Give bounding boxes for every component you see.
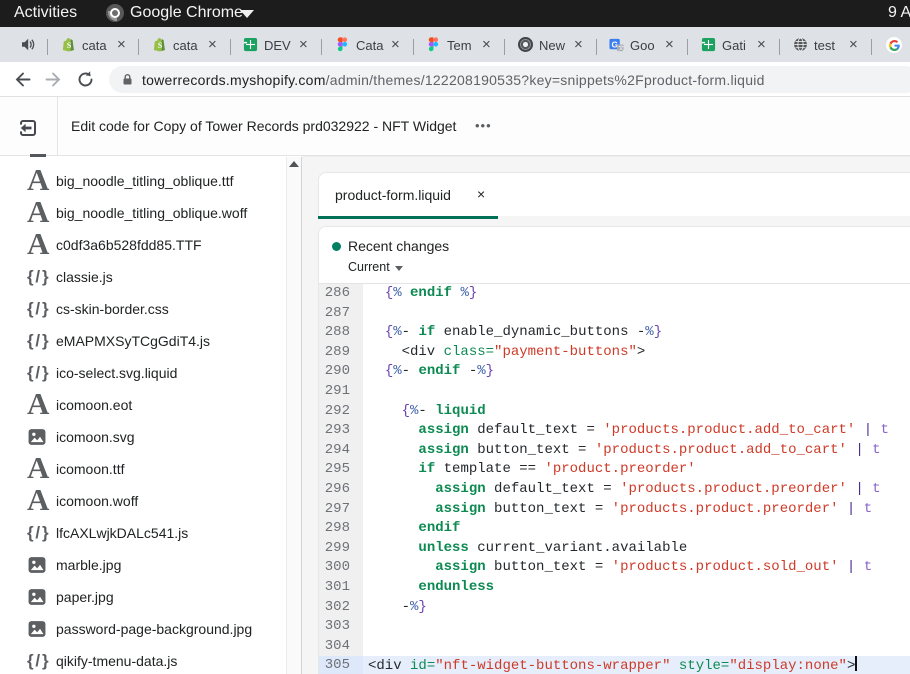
svg-text:S: S [158, 41, 163, 50]
svg-text:文: 文 [618, 44, 624, 52]
svg-text:S: S [67, 41, 72, 50]
